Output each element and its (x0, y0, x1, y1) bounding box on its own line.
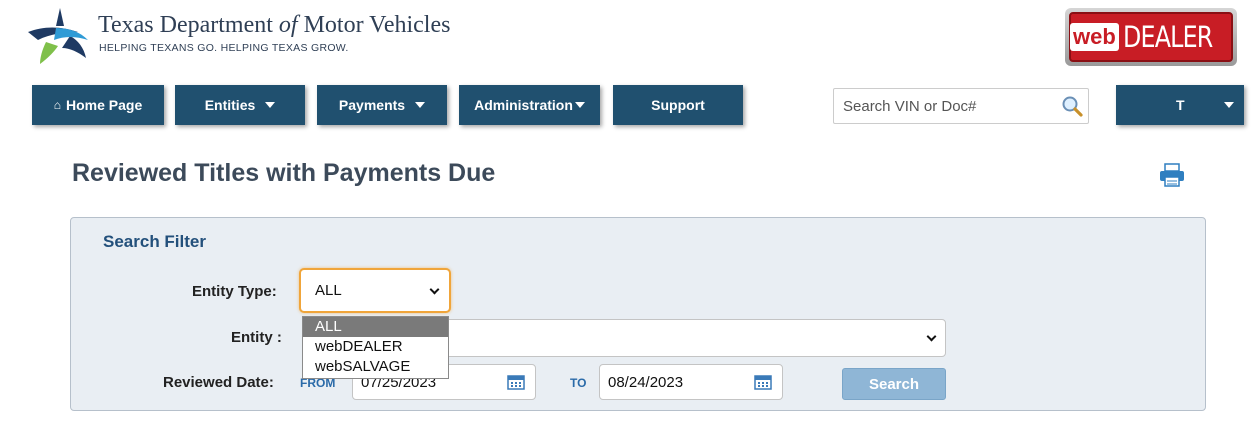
reviewed-date-label: Reviewed Date: (163, 374, 274, 391)
webdealer-logo: web DEALER (1065, 8, 1237, 66)
search-filter-title: Search Filter (103, 232, 206, 251)
print-icon[interactable] (1158, 163, 1186, 187)
vin-search-box (833, 88, 1089, 124)
brand-tagline: HELPING TEXANS GO. HELPING TEXAS GROW. (99, 42, 349, 54)
to-label: TO (570, 376, 587, 390)
chevron-down-icon (415, 102, 426, 108)
site-header: Texas Department of Motor Vehicles HELPI… (0, 0, 1254, 76)
nav-administration-label: Administration (474, 97, 573, 113)
chevron-down-icon (926, 331, 937, 342)
nav-payments-button[interactable]: Payments (317, 85, 447, 125)
logo-web-text: web (1070, 23, 1119, 51)
nav-support-button[interactable]: Support (613, 85, 743, 125)
user-menu-button[interactable]: T (1116, 85, 1244, 125)
entity-type-value: ALL (315, 282, 342, 299)
nav-support-label: Support (651, 97, 705, 113)
brand-title: Texas Department of Motor Vehicles (98, 12, 451, 38)
nav-entities-label: Entities (204, 97, 256, 113)
calendar-icon[interactable] (754, 373, 772, 390)
nav-home-button[interactable]: ⌂ Home Page (32, 85, 164, 125)
entity-type-dropdown: ALL webDEALER webSALVAGE (302, 316, 449, 379)
logo-dealer-text: DEALER (1122, 20, 1213, 54)
chevron-down-icon (574, 102, 585, 108)
nav-payments-label: Payments (338, 97, 406, 113)
search-icon[interactable] (1060, 94, 1084, 118)
home-icon: ⌂ (53, 98, 61, 112)
txdmv-star-logo-icon[interactable] (26, 6, 94, 66)
user-initial: T (1176, 97, 1185, 113)
page-title: Reviewed Titles with Payments Due (72, 159, 496, 187)
chevron-down-icon (1224, 102, 1234, 108)
dropdown-option-websalvage[interactable]: webSALVAGE (303, 357, 448, 377)
dropdown-option-webdealer[interactable]: webDEALER (303, 337, 448, 357)
dropdown-option-all[interactable]: ALL (303, 317, 448, 337)
entity-type-select[interactable]: ALL (299, 268, 451, 313)
entity-label: Entity : (231, 329, 282, 346)
entity-select[interactable] (433, 319, 946, 357)
nav-home-label: Home Page (66, 97, 143, 113)
nav-administration-button[interactable]: Administration (459, 85, 600, 125)
vin-search-input[interactable] (834, 89, 1054, 123)
entity-type-label: Entity Type: (192, 283, 277, 300)
chevron-down-icon (429, 284, 440, 295)
search-button[interactable]: Search (842, 368, 946, 400)
nav-entities-button[interactable]: Entities (175, 85, 305, 125)
calendar-icon[interactable] (507, 373, 525, 390)
chevron-down-icon (265, 102, 276, 108)
